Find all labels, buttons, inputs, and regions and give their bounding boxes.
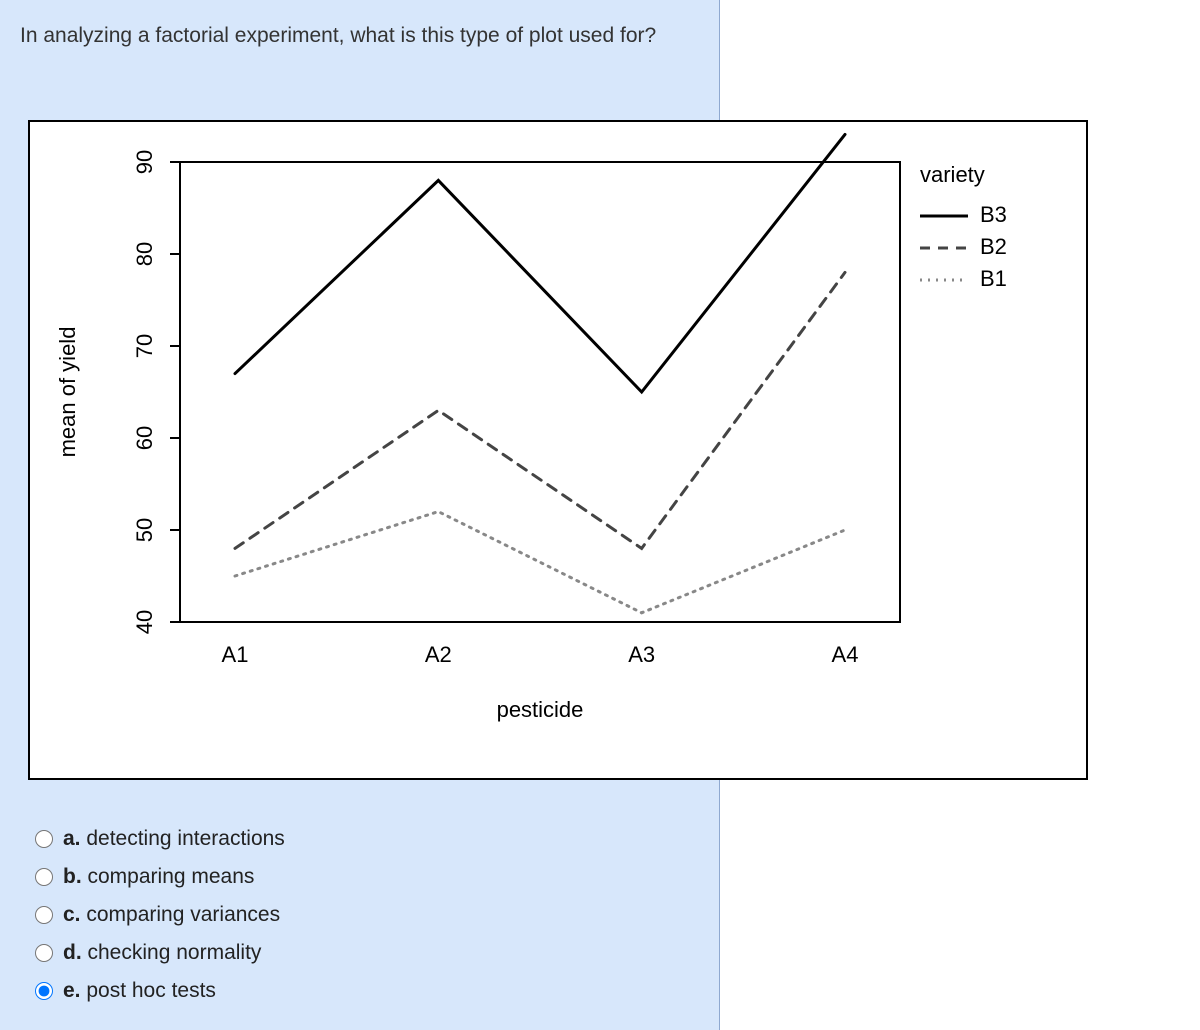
answer-label-d: d. checking normality <box>63 941 261 965</box>
legend-label-B1: B1 <box>980 266 1007 291</box>
x-axis-label: pesticide <box>497 697 584 722</box>
y-tick-label: 80 <box>132 242 157 266</box>
y-tick-label: 50 <box>132 518 157 542</box>
x-tick-label: A2 <box>425 642 452 667</box>
interaction-plot: 40 50 60 70 80 90 mean of yield A1 A2 A3 A4 pestici… <box>30 122 1086 778</box>
answer-radio-b[interactable] <box>35 868 53 886</box>
answer-radio-e[interactable] <box>35 982 53 1000</box>
series-B2 <box>235 272 845 548</box>
y-tick-label: 70 <box>132 334 157 358</box>
y-axis-label: mean of yield <box>55 327 80 458</box>
answer-option-a[interactable]: a. detecting interactions <box>35 820 285 858</box>
legend-label-B3: B3 <box>980 202 1007 227</box>
x-tick-label: A1 <box>222 642 249 667</box>
answer-option-b[interactable]: b. comparing means <box>35 858 285 896</box>
page-root: In analyzing a factorial experiment, wha… <box>0 0 1200 1030</box>
answer-label-c: c. comparing variances <box>63 903 280 927</box>
answer-option-d[interactable]: d. checking normality <box>35 934 285 972</box>
answer-option-c[interactable]: c. comparing variances <box>35 896 285 934</box>
chart-container: 40 50 60 70 80 90 mean of yield A1 A2 A3 A4 pestici… <box>28 120 1088 780</box>
legend-title: variety <box>920 162 985 187</box>
y-tick-label: 60 <box>132 426 157 450</box>
answer-radio-a[interactable] <box>35 830 53 848</box>
x-tick-label: A3 <box>628 642 655 667</box>
answer-list: a. detecting interactions b. comparing me… <box>35 820 285 1010</box>
answer-label-b: b. comparing means <box>63 865 254 889</box>
answer-label-e: e. post hoc tests <box>63 979 216 1003</box>
y-tick-label: 40 <box>132 610 157 634</box>
y-tick-label: 90 <box>132 150 157 174</box>
answer-radio-c[interactable] <box>35 906 53 924</box>
x-tick-label: A4 <box>832 642 859 667</box>
answer-label-a: a. detecting interactions <box>63 827 285 851</box>
question-text: In analyzing a factorial experiment, wha… <box>20 20 700 52</box>
legend-label-B2: B2 <box>980 234 1007 259</box>
series-B1 <box>235 512 845 613</box>
series-B3 <box>235 134 845 392</box>
answer-radio-d[interactable] <box>35 944 53 962</box>
answer-option-e[interactable]: e. post hoc tests <box>35 972 285 1010</box>
